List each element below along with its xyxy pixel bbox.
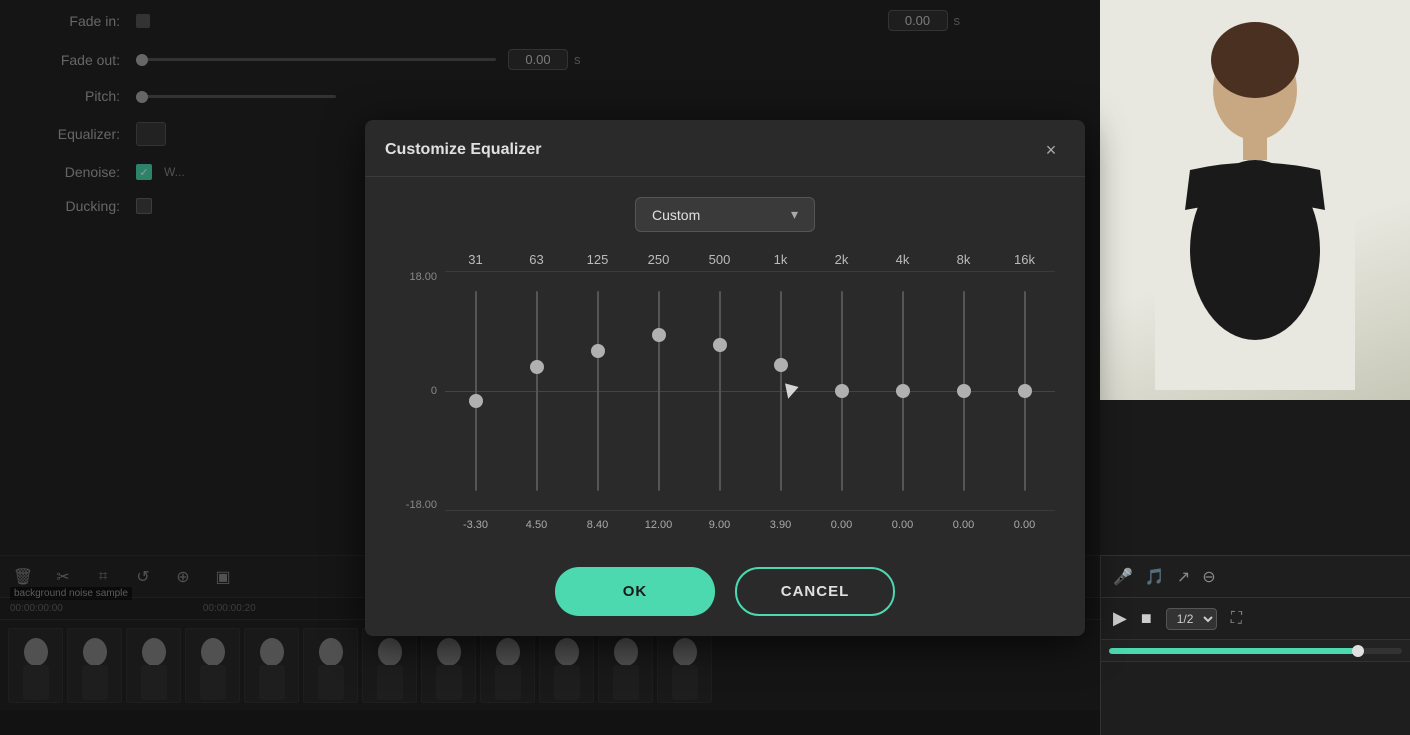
eq-area: 31 63 125 250 500 1k 2k 4k 8k 16k 18.00 … <box>395 252 1055 531</box>
eq-track-250 <box>658 291 660 491</box>
eq-grid <box>445 271 1055 511</box>
freq-label-16k: 16k <box>994 252 1055 267</box>
eq-slider-125[interactable] <box>568 271 628 511</box>
eq-dialog: Customize Equalizer × Custom ▾ 31 63 125… <box>365 120 1085 636</box>
eq-thumb-1k[interactable] <box>774 358 788 372</box>
eq-slider-4k[interactable] <box>873 271 933 511</box>
progress-fill <box>1109 648 1358 654</box>
progress-thumb[interactable] <box>1352 645 1364 657</box>
eq-thumb-500[interactable] <box>713 338 727 352</box>
close-button[interactable]: × <box>1037 136 1065 164</box>
eq-slider-500[interactable] <box>690 271 750 511</box>
eq-track-1k <box>780 291 782 491</box>
freq-label-4k: 4k <box>872 252 933 267</box>
eq-thumb-8k[interactable] <box>957 384 971 398</box>
freq-label-500: 500 <box>689 252 750 267</box>
eq-thumb-63[interactable] <box>530 360 544 374</box>
freq-label-2k: 2k <box>811 252 872 267</box>
val-1k: 3.90 <box>750 519 811 531</box>
progress-bar-area <box>1101 640 1410 662</box>
dialog-footer: OK CANCEL <box>365 551 1085 636</box>
play-button[interactable]: ▶ <box>1113 608 1127 629</box>
val-31: -3.30 <box>445 519 506 531</box>
eq-thumb-2k[interactable] <box>835 384 849 398</box>
eq-freq-labels: 31 63 125 250 500 1k 2k 4k 8k 16k <box>395 252 1055 267</box>
export-icon[interactable]: ↗ <box>1177 567 1190 587</box>
scale-mid: 0 <box>395 385 437 397</box>
eq-slider-1k[interactable] <box>751 271 811 511</box>
transport-controls: ▶ ■ 1/2 ⛶ <box>1101 598 1410 640</box>
scale-top: 18.00 <box>395 271 437 283</box>
val-250: 12.00 <box>628 519 689 531</box>
top-line <box>445 271 1055 272</box>
scale-bot: -18.00 <box>395 499 437 511</box>
val-8k: 0.00 <box>933 519 994 531</box>
music-icon[interactable]: 🎵 <box>1145 567 1165 587</box>
eq-slider-16k[interactable] <box>995 271 1055 511</box>
eq-track-500 <box>719 291 721 491</box>
preset-dropdown-area: Custom ▾ <box>395 197 1055 232</box>
freq-label-31: 31 <box>445 252 506 267</box>
freq-label-8k: 8k <box>933 252 994 267</box>
fullscreen-icon[interactable]: ⛶ <box>1231 610 1242 628</box>
eq-scale: 18.00 0 -18.00 <box>395 271 445 511</box>
freq-label-1k: 1k <box>750 252 811 267</box>
dialog-header: Customize Equalizer × <box>365 120 1085 177</box>
eq-thumb-4k[interactable] <box>896 384 910 398</box>
freq-label-63: 63 <box>506 252 567 267</box>
val-500: 9.00 <box>689 519 750 531</box>
val-16k: 0.00 <box>994 519 1055 531</box>
freq-label-125: 125 <box>567 252 628 267</box>
freq-label-250: 250 <box>628 252 689 267</box>
playback-controls: 🎤 🎵 ↗ ⊖ <box>1101 556 1410 598</box>
val-2k: 0.00 <box>811 519 872 531</box>
minus-icon[interactable]: ⊖ <box>1202 567 1215 587</box>
eq-chart: 18.00 0 -18.00 <box>395 271 1055 511</box>
bottom-line <box>445 510 1055 511</box>
person-preview <box>1100 0 1410 400</box>
eq-thumb-250[interactable] <box>652 328 666 342</box>
ok-button[interactable]: OK <box>555 567 715 616</box>
val-4k: 0.00 <box>872 519 933 531</box>
right-timeline: 🎤 🎵 ↗ ⊖ ▶ ■ 1/2 ⛶ <box>1100 555 1410 735</box>
val-125: 8.40 <box>567 519 628 531</box>
eq-slider-2k[interactable] <box>812 271 872 511</box>
speed-select[interactable]: 1/2 <box>1166 608 1217 630</box>
eq-slider-63[interactable] <box>507 271 567 511</box>
eq-thumb-31[interactable] <box>469 394 483 408</box>
eq-slider-8k[interactable] <box>934 271 994 511</box>
eq-values-row: -3.30 4.50 8.40 12.00 9.00 3.90 0.00 0.0… <box>395 519 1055 531</box>
dialog-body: Custom ▾ 31 63 125 250 500 1k 2k 4k 8k 1… <box>365 177 1085 551</box>
person-silhouette <box>1155 10 1355 390</box>
eq-slider-250[interactable] <box>629 271 689 511</box>
progress-track[interactable] <box>1109 648 1402 654</box>
preset-select[interactable]: Custom ▾ <box>635 197 815 232</box>
eq-sliders <box>445 271 1055 511</box>
preview-panel: 🎤 🎵 ↗ ⊖ ▶ ■ 1/2 ⛶ <box>1100 0 1410 735</box>
eq-slider-31[interactable] <box>446 271 506 511</box>
mic-icon[interactable]: 🎤 <box>1113 567 1133 587</box>
eq-track-31 <box>475 291 477 491</box>
eq-thumb-16k[interactable] <box>1018 384 1032 398</box>
cancel-button[interactable]: CANCEL <box>735 567 895 616</box>
eq-track-125 <box>597 291 599 491</box>
eq-track-63 <box>536 291 538 491</box>
chevron-down-icon: ▾ <box>791 206 798 223</box>
stop-button[interactable]: ■ <box>1141 608 1152 629</box>
val-63: 4.50 <box>506 519 567 531</box>
eq-thumb-125[interactable] <box>591 344 605 358</box>
preset-label: Custom <box>652 207 700 223</box>
dialog-title: Customize Equalizer <box>385 141 541 159</box>
